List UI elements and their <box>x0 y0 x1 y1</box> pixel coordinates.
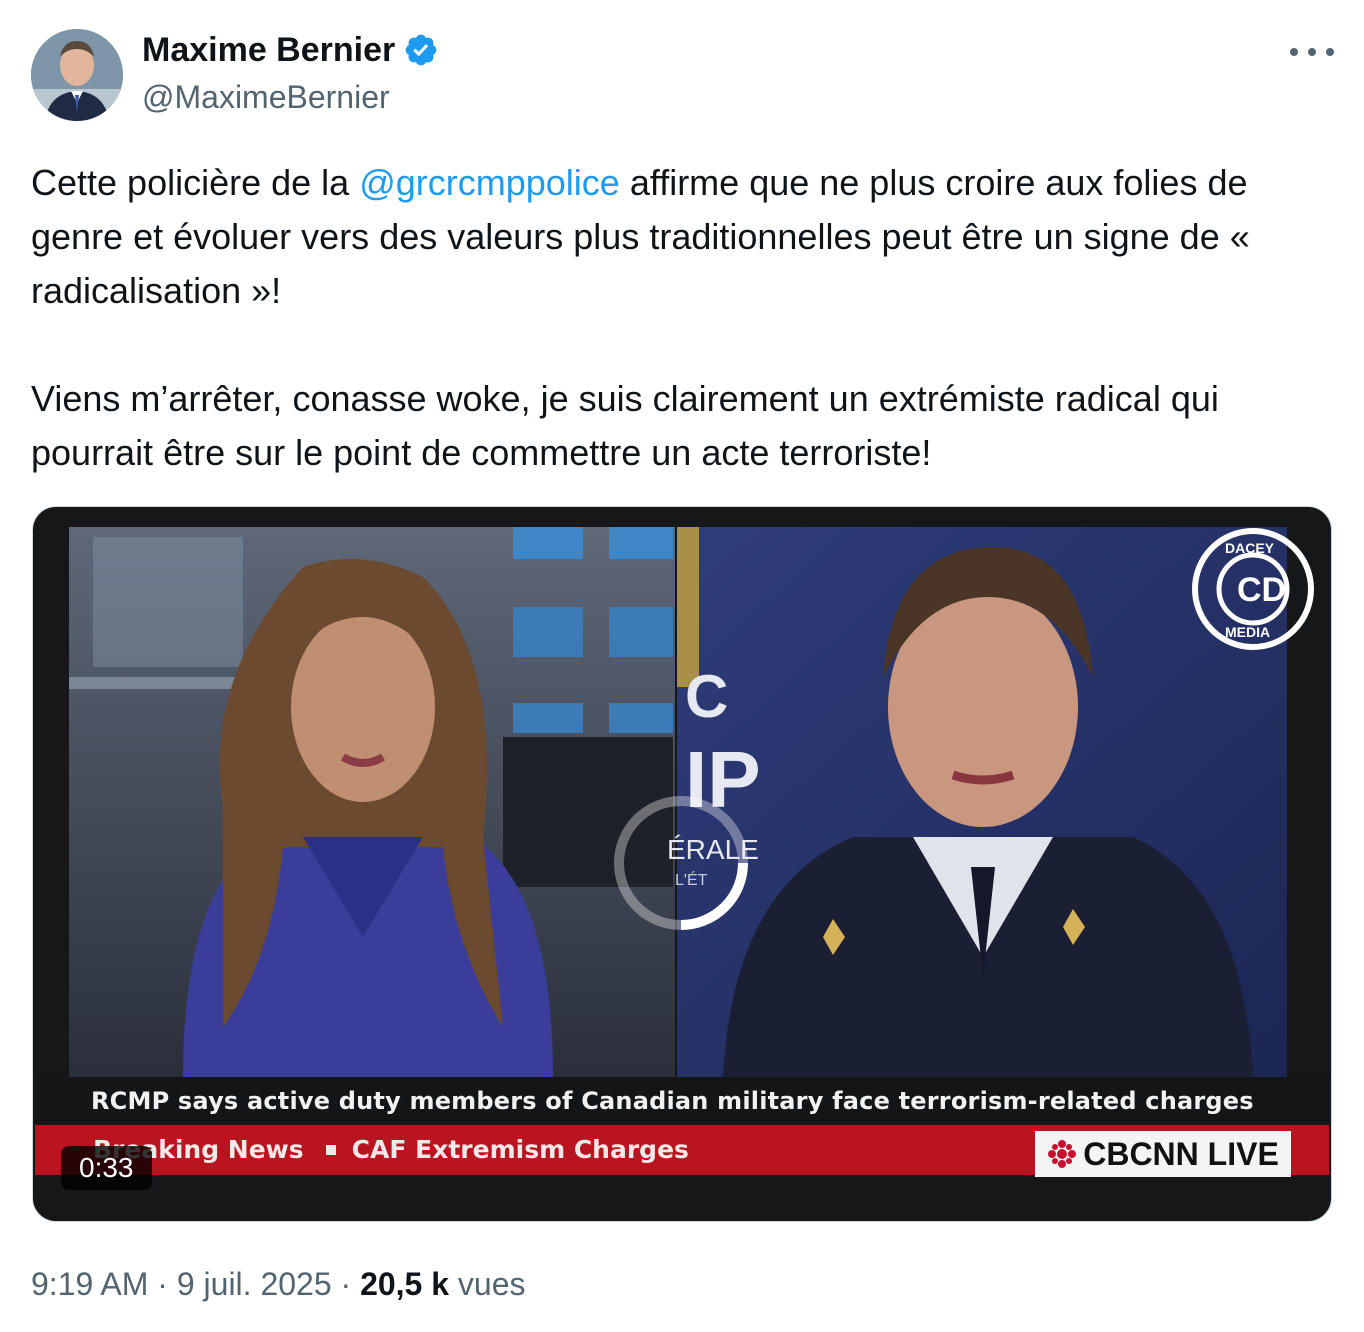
tweet-time[interactable]: 9:19 AM <box>31 1266 148 1302</box>
tweet-date[interactable]: 9 juil. 2025 <box>177 1266 332 1302</box>
bullet-separator <box>325 1145 336 1155</box>
dacey-media-watermark-icon: CD DACEY MEDIA <box>1192 528 1314 650</box>
video-player[interactable]: C IP ÉRALE L'ÉT CD DACEY MEDIA RCMP says… <box>32 506 1332 1222</box>
cbc-gem-icon <box>1048 1140 1077 1168</box>
avatar-image <box>31 29 123 121</box>
author-handle[interactable]: @MaximeBernier <box>142 78 390 116</box>
video-duration: 0:33 <box>61 1146 152 1190</box>
tweet-text: Cette policière de la @grcrcmppolice aff… <box>31 156 1341 480</box>
backdrop-text-c: C <box>685 663 728 730</box>
author-name[interactable]: Maxime Bernier <box>142 30 395 70</box>
mention-link[interactable]: @grcrcmppolice <box>359 162 620 203</box>
author-name-row: Maxime Bernier <box>142 30 439 70</box>
tweet-paragraph-1: Cette policière de la @grcrcmppolice aff… <box>31 162 1250 311</box>
breaking-text: Breaking News CAF Extremism Charges <box>93 1125 689 1175</box>
breaking-news-bar: Breaking News CAF Extremism Charges CBCNN… <box>35 1125 1329 1177</box>
verified-badge-icon <box>405 34 437 66</box>
svg-text:CD: CD <box>1237 571 1286 609</box>
views-label: vues <box>449 1266 526 1302</box>
views-count: 20,5 k <box>360 1266 450 1302</box>
more-options-icon[interactable] <box>1290 38 1334 66</box>
loading-spinner-icon <box>614 796 748 930</box>
svg-text:DACEY: DACEY <box>1225 540 1275 556</box>
tweet-footer: 9:19 AM · 9 juil. 2025 · 20,5 k vues <box>31 1266 526 1302</box>
svg-text:MEDIA: MEDIA <box>1225 624 1270 640</box>
network-badge: CBCNN LIVE <box>1035 1131 1291 1177</box>
network-name: CBCNN LIVE <box>1083 1135 1279 1172</box>
breaking-topic: CAF Extremism Charges <box>351 1135 689 1164</box>
tweet-paragraph-2: Viens m’arrêter, conasse woke, je suis c… <box>31 378 1219 473</box>
author-avatar[interactable] <box>31 29 123 121</box>
news-headline: RCMP says active duty members of Canadia… <box>35 1077 1329 1125</box>
